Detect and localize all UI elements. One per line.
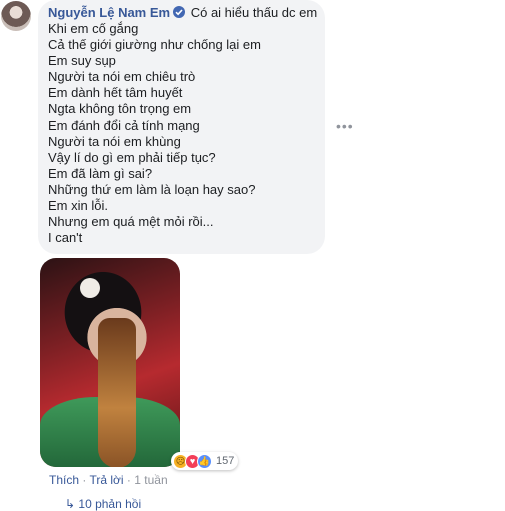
comment-line: Em suy sụp	[48, 53, 116, 69]
comment-line: Em đã làm gì sai?	[48, 165, 153, 181]
comment-line: Em dành hết tâm huyết	[48, 85, 183, 101]
comment-line: Ngta không tôn trọng em	[48, 101, 192, 117]
timestamp[interactable]: 1 tuần	[134, 473, 167, 487]
comment-header: Nguyễn Lệ Nam Em Có ai hiểu thấu dc em	[48, 5, 318, 21]
like-link[interactable]: Thích	[49, 473, 79, 487]
replies-link[interactable]: ↳ 10 phản hồi	[65, 497, 141, 511]
comment-body: Khi em cố gắng Cả thế giới giường như ch…	[48, 21, 315, 246]
comment-line: Nhưng em quá mệt mỏi rồi...	[48, 214, 214, 230]
comment-line: Em xin lỗi.	[48, 198, 108, 214]
comment-line: Cả thế giới giường như chống lại em	[48, 37, 261, 53]
comment-photo[interactable]	[40, 258, 180, 467]
comment-line: Người ta nói em khùng	[48, 133, 181, 149]
author-name[interactable]: Nguyễn Lệ Nam Em	[48, 5, 170, 20]
reactions-summary[interactable]: ☹ ♥ 👍 157	[171, 452, 239, 470]
like-icon: 👍	[197, 453, 212, 469]
reaction-count: 157	[216, 455, 235, 467]
ellipsis-icon[interactable]: •••	[336, 118, 354, 134]
comment-first-line: Có ai hiểu thấu dc em	[190, 5, 318, 20]
avatar[interactable]	[1, 1, 31, 31]
comment-bubble: Nguyễn Lệ Nam Em Có ai hiểu thấu dc em K…	[38, 0, 325, 254]
comment-line: Người ta nói em chiêu trò	[48, 69, 196, 85]
comment-actions: Thích · Trả lời · 1 tuần	[49, 473, 168, 487]
comment-line: Vậy lí do gì em phải tiếp tục?	[48, 149, 216, 165]
comment-line: Những thứ em làm là loạn hay sao?	[48, 181, 256, 197]
comment-line: Em đánh đổi cả tính mạng	[48, 117, 200, 133]
comment-line: I can't	[48, 230, 83, 246]
reply-link[interactable]: Trả lời	[89, 473, 123, 487]
photo-flower	[80, 278, 100, 298]
comment-line: Khi em cố gắng	[48, 21, 139, 36]
verified-badge-icon	[173, 6, 186, 18]
photo-lute	[98, 318, 136, 467]
